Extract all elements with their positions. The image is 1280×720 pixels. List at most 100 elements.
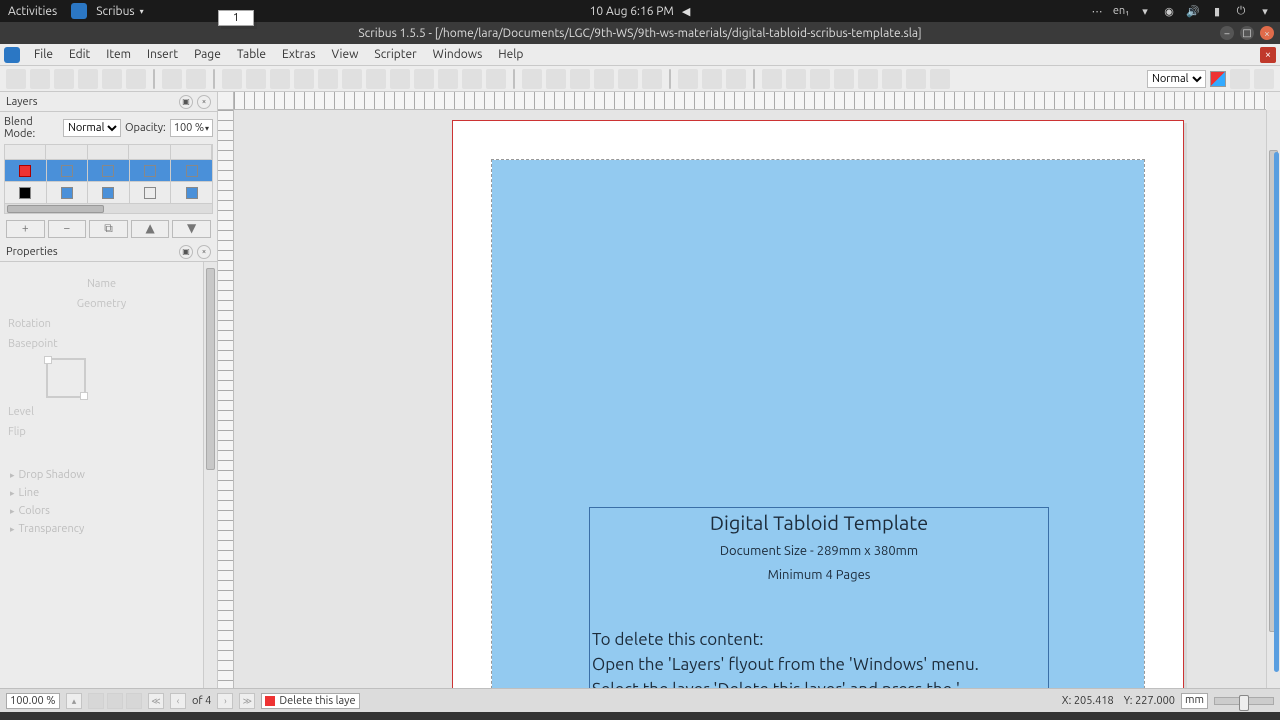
document-close-button[interactable]: ×: [1260, 47, 1276, 63]
layer-print-icon[interactable]: [102, 165, 114, 177]
a11y-icon[interactable]: ◉: [1162, 4, 1176, 18]
layer-lock-icon[interactable]: [144, 187, 156, 199]
tool-open-icon[interactable]: [30, 69, 50, 89]
menu-help[interactable]: Help: [490, 48, 531, 61]
tool-measure-icon[interactable]: [678, 69, 698, 89]
layer-visible-icon[interactable]: [61, 187, 73, 199]
window-minimize-button[interactable]: –: [1220, 26, 1234, 40]
ruler-vertical[interactable]: [218, 110, 234, 688]
tool-pdf-annot-icon[interactable]: [906, 69, 926, 89]
tool-line-icon[interactable]: [414, 69, 434, 89]
tool-select-icon[interactable]: [222, 69, 242, 89]
window-titlebar[interactable]: Scribus 1.5.5 - [/home/lara/Documents/LG…: [0, 22, 1280, 44]
tool-pdf-combo-icon[interactable]: [858, 69, 878, 89]
tool-table-icon[interactable]: [318, 69, 338, 89]
tool-print-icon[interactable]: [78, 69, 98, 89]
layer-flow-icon[interactable]: [186, 165, 198, 177]
clock[interactable]: 10 Aug 6:16 PM: [590, 5, 674, 18]
menu-item[interactable]: Item: [98, 48, 139, 61]
notification-icon[interactable]: ◀: [682, 5, 690, 18]
tool-edit-icon[interactable]: [570, 69, 590, 89]
menu-edit[interactable]: Edit: [61, 48, 98, 61]
tool-polygon-icon[interactable]: [390, 69, 410, 89]
layer-delete-button[interactable]: −: [48, 220, 87, 238]
window-close-button[interactable]: ×: [1260, 26, 1274, 40]
layer-lock-icon[interactable]: [144, 165, 156, 177]
zoom-slider[interactable]: [1214, 697, 1274, 705]
menu-scripter[interactable]: Scripter: [366, 48, 424, 61]
page-1[interactable]: Digital Tabloid Template Document Size -…: [452, 120, 1184, 688]
zoom-out-button[interactable]: [88, 693, 104, 709]
panel-close-button[interactable]: ×: [197, 245, 211, 259]
zoom-in-button[interactable]: [126, 693, 142, 709]
panel-float-button[interactable]: ▣: [179, 245, 193, 259]
ruler-horizontal[interactable]: [234, 92, 1266, 110]
color-management-icon[interactable]: [1210, 71, 1226, 87]
ruler-origin[interactable]: [218, 92, 234, 110]
page-next-button[interactable]: ›: [217, 693, 233, 709]
tool-pdf-text-icon[interactable]: [810, 69, 830, 89]
system-menu-icon[interactable]: ▾: [1258, 4, 1272, 18]
page-prev-button[interactable]: ‹: [170, 693, 186, 709]
layer-down-button[interactable]: ▼: [172, 220, 211, 238]
app-menu[interactable]: Scribus: [71, 3, 143, 19]
tool-zoom-icon[interactable]: [546, 69, 566, 89]
tool-redo-icon[interactable]: [186, 69, 206, 89]
preview-quality-select[interactable]: Normal: [1147, 70, 1206, 88]
menu-extras[interactable]: Extras: [274, 48, 324, 61]
activities-button[interactable]: Activities: [8, 5, 57, 18]
layer-flow-icon[interactable]: [186, 187, 198, 199]
tool-pdf-check-icon[interactable]: [834, 69, 854, 89]
layer-up-button[interactable]: ▲: [131, 220, 170, 238]
page-first-button[interactable]: ≪: [148, 693, 164, 709]
power-icon[interactable]: ⏻: [1234, 4, 1248, 18]
tool-pdf-icon[interactable]: [126, 69, 146, 89]
menu-view[interactable]: View: [324, 48, 367, 61]
menu-insert[interactable]: Insert: [139, 48, 186, 61]
tool-rotate-icon[interactable]: [522, 69, 542, 89]
panel-float-button[interactable]: ▣: [179, 95, 193, 109]
props-section-drop-shadow[interactable]: Drop Shadow: [8, 466, 195, 484]
zoom-spin-up[interactable]: ▴: [66, 693, 82, 709]
menu-file[interactable]: File: [26, 48, 61, 61]
battery-icon[interactable]: ▮: [1210, 4, 1224, 18]
tool-pdf-link-icon[interactable]: [930, 69, 950, 89]
tool-freehand-icon[interactable]: [462, 69, 482, 89]
layer-row[interactable]: [4, 182, 213, 204]
page-last-button[interactable]: ≫: [239, 693, 255, 709]
tool-imageframe-icon[interactable]: [270, 69, 290, 89]
basepoint-widget-icon[interactable]: [46, 358, 86, 398]
layer-add-button[interactable]: +: [6, 220, 45, 238]
props-section-line[interactable]: Line: [8, 484, 195, 502]
zoom-select[interactable]: 100.00 %: [6, 693, 60, 709]
tool-preflight-icon[interactable]: [102, 69, 122, 89]
language-indicator[interactable]: en₁: [1114, 4, 1128, 18]
menu-table[interactable]: Table: [229, 48, 274, 61]
properties-panel-header[interactable]: Properties ▣ ×: [0, 242, 217, 262]
network-icon[interactable]: ▾: [1138, 4, 1152, 18]
page-number-input[interactable]: [218, 10, 254, 26]
layers-h-scrollbar[interactable]: [4, 204, 213, 214]
tool-bezier-icon[interactable]: [438, 69, 458, 89]
tool-calligraphic-icon[interactable]: [486, 69, 506, 89]
tray-indicator-icon[interactable]: ⋯: [1090, 4, 1104, 18]
instruction-text-frame[interactable]: Digital Tabloid Template Document Size -…: [589, 507, 1049, 688]
tool-unlink-icon[interactable]: [642, 69, 662, 89]
layer-visible-icon[interactable]: [61, 165, 73, 177]
edit-in-preview-icon[interactable]: [1254, 69, 1274, 89]
opacity-spin[interactable]: 100 %▾: [170, 119, 213, 137]
tool-pdf-push-icon[interactable]: [762, 69, 782, 89]
menu-page[interactable]: Page: [186, 48, 229, 61]
tool-eyedropper-icon[interactable]: [726, 69, 746, 89]
blend-mode-select[interactable]: Normal: [63, 119, 121, 137]
tool-textframe-icon[interactable]: [246, 69, 266, 89]
properties-v-scrollbar[interactable]: [203, 262, 217, 688]
layers-panel-header[interactable]: Layers ▣ ×: [0, 92, 217, 112]
menu-windows[interactable]: Windows: [425, 48, 491, 61]
props-section-colors[interactable]: Colors: [8, 502, 195, 520]
zoom-100-button[interactable]: [107, 693, 123, 709]
tool-undo-icon[interactable]: [162, 69, 182, 89]
active-layer-select[interactable]: Delete this laye: [261, 693, 359, 709]
tool-render-icon[interactable]: [294, 69, 314, 89]
tool-pdf-radio-icon[interactable]: [786, 69, 806, 89]
